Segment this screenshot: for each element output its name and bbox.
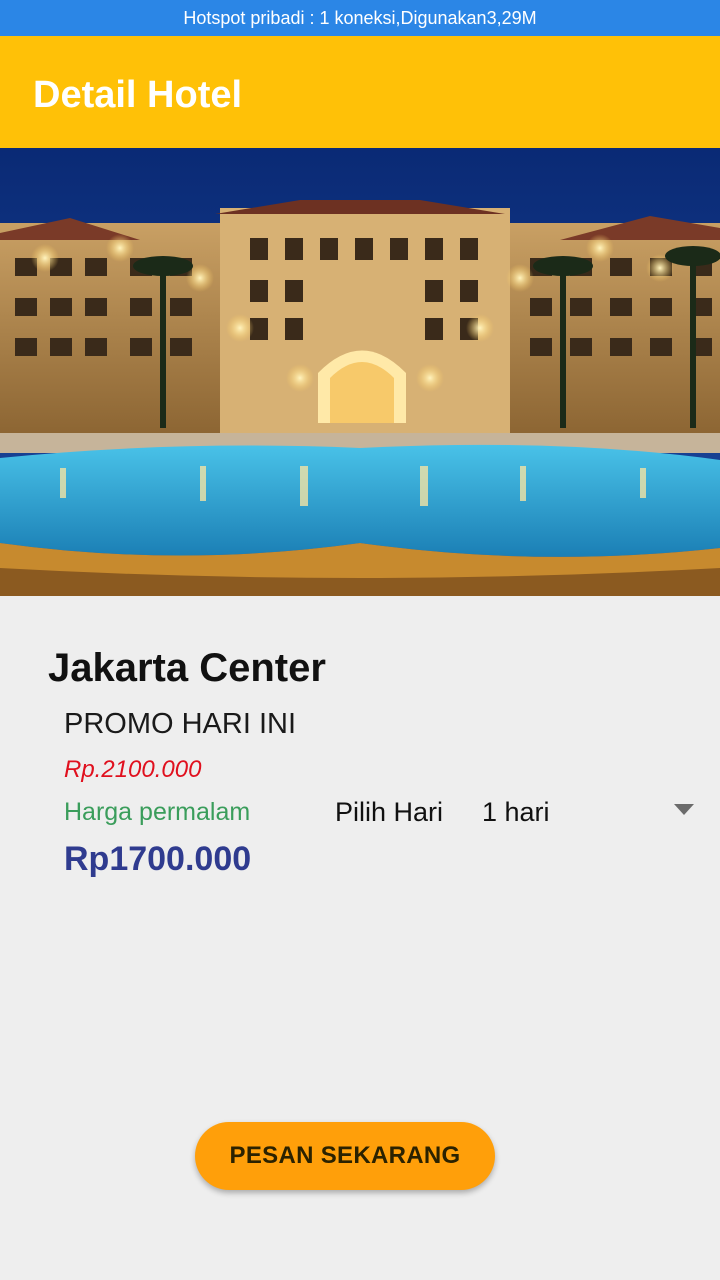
status-bar: Hotspot pribadi : 1 koneksi,Digunakan3,2… — [0, 0, 720, 36]
app-bar: Detail Hotel — [0, 36, 720, 148]
page-title: Detail Hotel — [33, 74, 243, 116]
per-night-label: Harga permalam — [64, 798, 251, 826]
day-spinner-value: 1 hari — [482, 797, 550, 827]
hotel-detail-panel: Jakarta Center PROMO HARI INI Rp.2100.00… — [0, 596, 720, 1280]
hotel-name: Jakarta Center — [48, 646, 326, 690]
order-now-button[interactable]: PESAN SEKARANG — [195, 1122, 495, 1190]
discount-price: Rp1700.000 — [64, 840, 252, 878]
pick-day-label: Pilih Hari — [335, 797, 444, 827]
promo-label: PROMO HARI INI — [64, 708, 297, 740]
hotel-image — [0, 148, 720, 596]
dropdown-arrow-icon — [674, 804, 694, 815]
day-spinner[interactable]: 1 hari — [476, 788, 706, 834]
original-price: Rp.2100.000 — [64, 756, 202, 783]
